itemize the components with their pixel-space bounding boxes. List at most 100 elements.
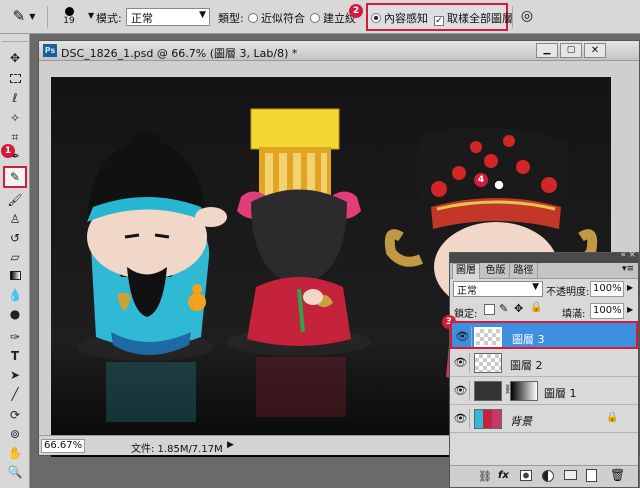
spot-healing-brush-icon: ✎ (12, 7, 26, 25)
layers-panel: « × 圖層 色版 路徑 ▾≡ 正常 ▼ 不透明度: 100% ▶ 鎖定: ✎ … (442, 250, 639, 488)
fill-input[interactable]: 100% (590, 303, 624, 319)
zoom-tool-icon[interactable]: 🔍 (6, 464, 24, 480)
tool-preset-picker[interactable]: ✎ ▼ (4, 4, 44, 28)
type-label: 類型: (218, 12, 244, 25)
status-bar: 66.67% 文件: 1.85M/7.17M ▶ (39, 435, 459, 455)
type-option-content-aware[interactable]: 內容感知 (371, 10, 428, 26)
lock-all-icon[interactable]: 🔒 (530, 302, 542, 313)
lock-pixels-icon[interactable]: ✎ (499, 302, 508, 315)
close-button[interactable]: ✕ (584, 43, 606, 58)
type-option-label: 近似符合 (261, 12, 305, 25)
link-layers-icon[interactable]: ⛓ (478, 470, 492, 483)
type-option-proximity[interactable]: 近似符合 (248, 10, 305, 26)
brush-size: 19 (63, 15, 75, 26)
3d-rotate-tool-icon[interactable]: ⟳ (6, 407, 24, 423)
tab-paths[interactable]: 路徑 (510, 263, 538, 279)
tools-panel: ✥ ℓ ✧ ⌗ ✒ 1 ✎ 🖌 ♙ ↺ ▱ 💧 ● ✑ T ➤ ╱ ⟳ ⊚ ✋ … (0, 34, 30, 488)
toolbar-grip[interactable] (2, 36, 28, 42)
hand-tool-icon[interactable]: ✋ (6, 445, 24, 461)
lock-transparency-icon[interactable] (484, 304, 495, 315)
chevron-down-icon: ▼ (199, 10, 206, 20)
history-brush-tool-icon[interactable]: ↺ (6, 230, 24, 246)
fx-icon[interactable]: fx (498, 470, 509, 481)
fill-label: 填滿: (562, 309, 586, 320)
status-menu-arrow-icon[interactable]: ▶ (227, 440, 234, 450)
lock-label: 鎖定: (454, 309, 478, 320)
panel-menu-icon[interactable]: ▾≡ (622, 264, 634, 274)
layer-row-1[interactable]: 👁 ⛓ 圖層 1 (450, 377, 638, 405)
close-icon[interactable]: × (628, 250, 636, 260)
radio-icon (310, 13, 320, 23)
eye-icon[interactable]: 👁 (452, 409, 470, 429)
callout-badge-2: 2 (349, 4, 363, 18)
layers-footer: ⛓ fx 🗑 (450, 465, 638, 487)
move-tool-icon[interactable]: ✥ (6, 50, 24, 66)
clone-stamp-tool-icon[interactable]: ♙ (6, 211, 24, 227)
tab-channels[interactable]: 色版 (482, 263, 510, 279)
pressure-icon: ◎ (520, 8, 534, 24)
eye-icon[interactable]: 👁 (454, 327, 472, 347)
layer-mask-thumbnail[interactable] (510, 381, 538, 401)
new-group-icon[interactable] (564, 470, 577, 480)
new-layer-icon[interactable] (586, 469, 597, 482)
collapse-icon[interactable]: « (620, 250, 626, 260)
eye-icon[interactable]: 👁 (452, 381, 470, 401)
document-title: DSC_1826_1.psd @ 66.7% (圖層 3, Lab/8) * (61, 47, 298, 60)
trash-icon[interactable]: 🗑 (610, 468, 625, 482)
spot-healing-brush-tool-icon[interactable]: ✎ (3, 166, 27, 188)
blend-mode-select[interactable]: 正常 ▼ (453, 281, 543, 297)
radio-selected-icon (371, 13, 381, 23)
marquee-tool-icon[interactable] (6, 71, 24, 87)
lasso-tool-icon[interactable]: ℓ (6, 90, 24, 106)
mode-label: 模式: (96, 12, 122, 25)
tab-layers[interactable]: 圖層 (452, 263, 480, 279)
gradient-tool-icon[interactable] (6, 268, 24, 284)
opacity-input[interactable]: 100% (590, 281, 624, 297)
adjustment-layer-icon[interactable] (542, 470, 554, 482)
layer-thumbnail (474, 327, 502, 347)
callout-badge-4: 4 (474, 173, 488, 187)
document-tab[interactable]: Ps DSC_1826_1.psd @ 66.7% (圖層 3, Lab/8) … (39, 41, 639, 61)
type-tool-icon[interactable]: T (6, 348, 24, 364)
checkmark-icon: ✓ (434, 16, 444, 26)
options-bar: ✎ ▼ 19 ▼ 模式: 正常 ▼ 類型: 近似符合 建立紋 2 內容感知 ✓ 取… (0, 0, 640, 34)
layer-thumbnail (474, 409, 502, 429)
mode-select[interactable]: 正常 ▼ (126, 8, 210, 26)
layer-row-3[interactable]: 👁 圖層 3 (450, 321, 638, 349)
layer-row-2[interactable]: 👁 圖層 2 (450, 349, 638, 377)
lock-icon: 🔒 (606, 412, 619, 423)
zoom-level[interactable]: 66.67% (41, 439, 85, 453)
chevron-down-icon: ▼ (29, 11, 36, 21)
chevron-right-icon[interactable]: ▶ (627, 305, 633, 314)
minimize-button[interactable]: ▁ (536, 43, 558, 58)
3d-orbit-tool-icon[interactable]: ⊚ (6, 426, 24, 442)
brush-tool-icon[interactable]: 🖌 (6, 192, 24, 208)
layer-name: 背景 (510, 415, 532, 428)
blur-tool-icon[interactable]: 💧 (6, 287, 24, 303)
mode-value: 正常 (131, 12, 153, 25)
brush-picker[interactable]: 19 (52, 4, 86, 28)
maximize-button[interactable]: ▢ (560, 43, 582, 58)
opacity-label: 不透明度: (546, 287, 590, 298)
eraser-tool-icon[interactable]: ▱ (6, 249, 24, 265)
path-selection-tool-icon[interactable]: ➤ (6, 367, 24, 383)
chevron-down-icon[interactable]: ▼ (88, 11, 94, 20)
dodge-tool-icon[interactable]: ● (6, 306, 24, 322)
sample-all-layers-checkbox[interactable]: ✓ 取樣全部圖層 (434, 10, 513, 26)
crop-tool-icon[interactable]: ⌗ (6, 129, 24, 145)
add-mask-icon[interactable] (520, 470, 532, 481)
chevron-down-icon: ▼ (532, 282, 539, 292)
pressure-size-button[interactable]: ◎ (516, 4, 538, 28)
chevron-right-icon[interactable]: ▶ (627, 283, 633, 292)
layer-row-background[interactable]: 👁 背景 🔒 (450, 405, 638, 433)
pen-tool-icon[interactable]: ✑ (6, 329, 24, 345)
lock-position-icon[interactable]: ✥ (514, 302, 523, 315)
eye-icon[interactable]: 👁 (452, 353, 470, 373)
panel-tabs: 圖層 色版 路徑 ▾≡ (450, 263, 638, 279)
layer-name: 圖層 1 (544, 387, 577, 400)
type-option-label: 內容感知 (384, 12, 428, 25)
quick-selection-tool-icon[interactable]: ✧ (6, 110, 24, 126)
layer-name: 圖層 2 (510, 359, 543, 372)
line-tool-icon[interactable]: ╱ (6, 386, 24, 402)
panel-header-bar[interactable]: « × (450, 250, 638, 263)
